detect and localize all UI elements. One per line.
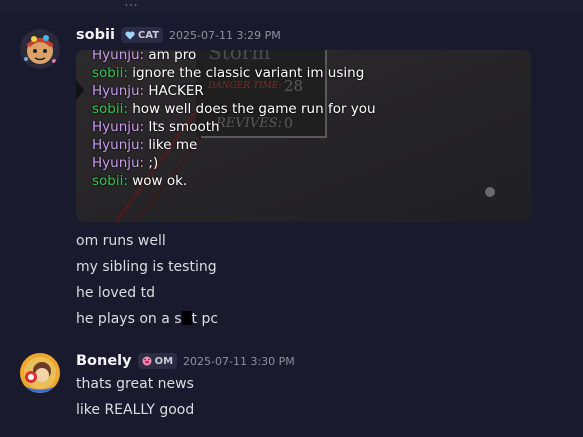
chat-line: sobii: wow ok. xyxy=(92,173,188,189)
heart-icon xyxy=(125,30,135,39)
username[interactable]: Bonely xyxy=(76,353,132,369)
avatar-bonely[interactable] xyxy=(20,353,60,393)
screenshot-embed[interactable]: . Storm DANGER TIME: 28 REVIVES: 0 Hyunj… xyxy=(76,50,531,222)
role-tag-label: OM xyxy=(154,355,174,367)
message-header-bonely: Bonely OM 2025-07-11 3:30 PM xyxy=(76,353,295,369)
role-tag[interactable]: CAT xyxy=(120,27,164,43)
role-tag[interactable]: OM xyxy=(137,353,178,369)
chat-line: sobii: how well does the game run for yo… xyxy=(92,101,376,117)
message-line-part: he plays on a s xyxy=(76,311,182,327)
username[interactable]: sobii xyxy=(76,27,115,43)
chat-line: Hyunju: HACKER xyxy=(92,83,204,99)
role-tag-label: CAT xyxy=(137,29,160,41)
message-header-sobii: sobii CAT 2025-07-11 3:29 PM xyxy=(76,27,281,43)
pig-icon xyxy=(142,356,152,366)
avatar-sobii-image xyxy=(20,29,60,69)
chat-line: Hyunju: Its smooth xyxy=(92,119,220,135)
censor-bar xyxy=(181,311,192,325)
previous-message-fragment: … xyxy=(0,0,583,14)
chat-line: Hyunju: like me xyxy=(92,137,198,153)
message-line: om runs well xyxy=(76,233,166,249)
timestamp[interactable]: 2025-07-11 3:30 PM xyxy=(183,355,295,368)
ingame-chat: Hyunju: am pro sobii: ignore the classic… xyxy=(92,50,376,190)
message-line-part: t pc xyxy=(191,311,219,327)
chat-line: Hyunju: am pro xyxy=(92,50,197,63)
message-line: thats great news xyxy=(76,376,194,392)
avatar-sobii[interactable] xyxy=(20,29,60,69)
message-line: like REALLY good xyxy=(76,402,195,418)
message-line: he loved td xyxy=(76,285,156,301)
avatar-bonely-image xyxy=(20,353,60,393)
chat-line: Hyunju: ;) xyxy=(92,155,159,171)
chat-line: sobii: ignore the classic variant im usi… xyxy=(92,65,365,81)
message-line: he plays on a s t pc xyxy=(76,311,218,327)
timestamp[interactable]: 2025-07-11 3:29 PM xyxy=(169,29,281,42)
message-line: my sibling is testing xyxy=(76,259,217,275)
previous-message-text: … xyxy=(124,0,138,10)
